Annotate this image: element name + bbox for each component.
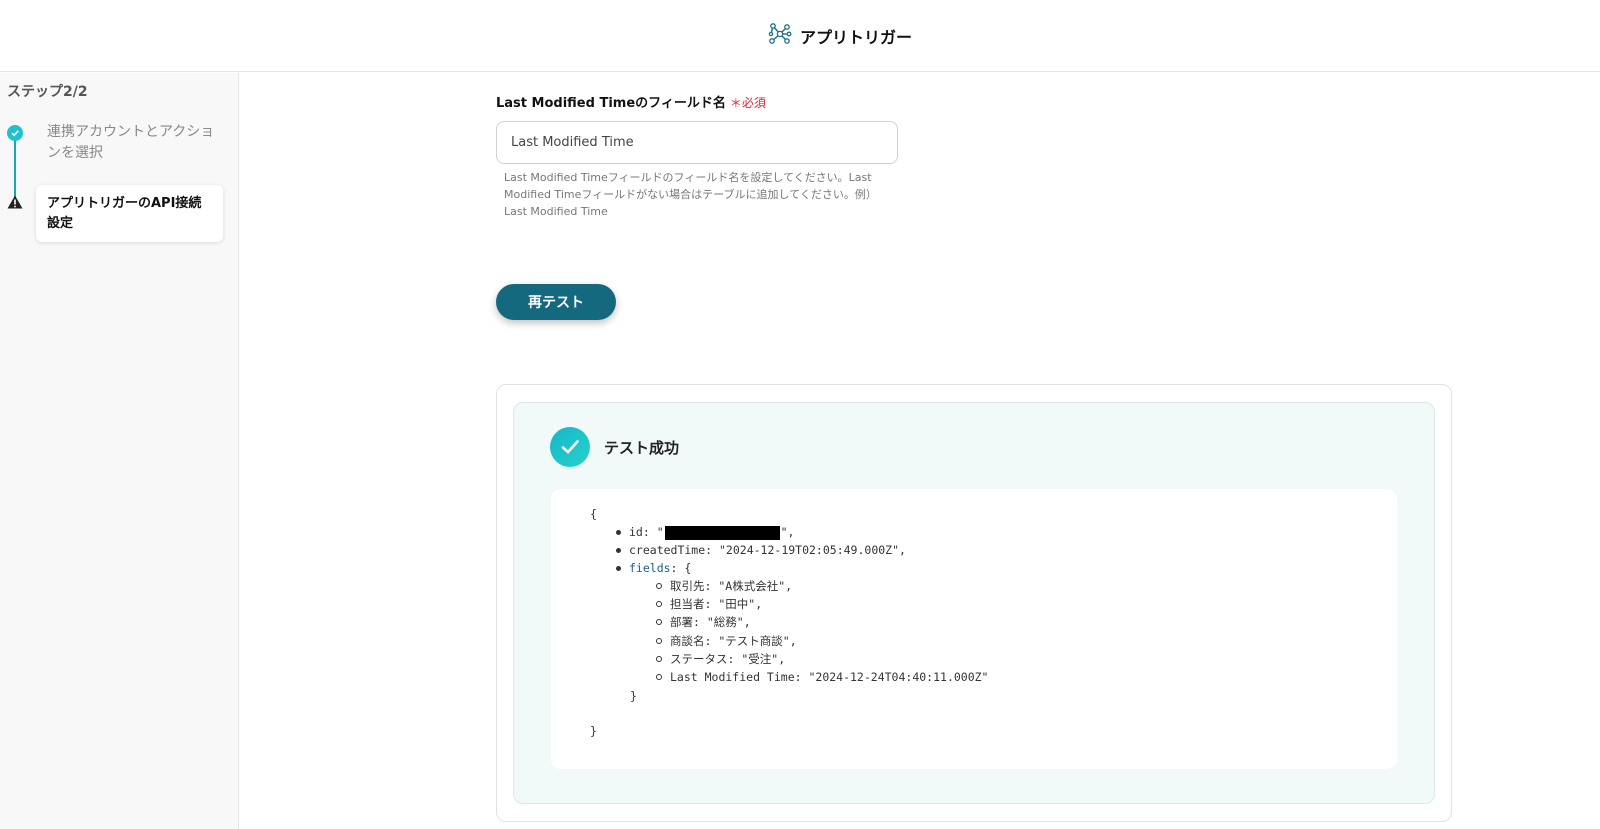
step-indicator: ステップ2/2: [7, 84, 88, 100]
list-circle: [656, 674, 662, 680]
list-circle: [656, 638, 662, 644]
json-field-item: Last Modified Time: "2024-12-24T04:40:11…: [670, 670, 989, 684]
json-field-item: ステータス: "受注",: [670, 652, 786, 666]
field-label-text: Last Modified Timeのフィールド名: [496, 96, 726, 111]
test-status-text: テスト成功: [604, 439, 680, 457]
list-bullet: [616, 548, 621, 553]
list-bullet: [616, 530, 621, 535]
list-circle: [656, 656, 662, 662]
json-fields-open: : {: [670, 561, 692, 575]
list-circle: [656, 583, 662, 589]
json-open-brace: {: [590, 507, 597, 521]
json-field-item: 取引先: "A株式会社",: [670, 579, 793, 593]
json-id-suffix: ",: [780, 525, 795, 539]
redacted-block: [664, 525, 780, 540]
app-header: アプリトリガー: [0, 0, 1600, 72]
step-item-api-settings[interactable]: アプリトリガーのAPI接続設定: [36, 185, 223, 242]
json-id-line: id: " ",: [629, 523, 794, 541]
field-label: Last Modified Timeのフィールド名 ＊必須: [496, 92, 766, 111]
json-fields-line: fields: {: [629, 559, 691, 577]
check-circle-icon: [7, 125, 23, 141]
warning-icon: [7, 194, 23, 213]
test-result-panel: テスト成功 { id: " ", createdTime: "2024-12-19…: [496, 384, 1452, 822]
json-field-item: 担当者: "田中",: [670, 597, 763, 611]
step-item-label: アプリトリガーのAPI接続設定: [47, 196, 202, 231]
required-mark: ＊: [729, 96, 742, 110]
required-badge: ＊必須: [730, 96, 766, 110]
json-created-time: createdTime: "2024-12-19T02:05:49.000Z",: [629, 543, 906, 557]
json-field-item: 部署: "総務",: [670, 615, 751, 629]
json-close-brace: }: [590, 724, 597, 738]
json-id-prefix: id: ": [629, 525, 664, 539]
retest-button[interactable]: 再テスト: [496, 284, 616, 320]
json-output: { id: " ", createdTime: "2024-12-19T02:05…: [551, 489, 1397, 769]
json-fields-key: fields: [629, 561, 671, 575]
json-fields-close: }: [630, 689, 637, 703]
list-circle: [656, 619, 662, 625]
step-connector-line: [14, 135, 16, 203]
field-help-text: Last Modified Timeフィールドのフィールド名を設定してください。…: [504, 171, 877, 218]
step-item-select-account[interactable]: 連携アカウントとアクションを選択: [47, 122, 217, 164]
json-field-item: 商談名: "テスト商談",: [670, 634, 797, 648]
test-result-inner: テスト成功 { id: " ", createdTime: "2024-12-19…: [513, 402, 1435, 804]
list-bullet: [616, 566, 621, 571]
list-circle: [656, 601, 662, 607]
required-label: 必須: [741, 96, 766, 110]
step-sidebar: ステップ2/2 連携アカウントとアクションを選択 アプリトリガーのAPI接続設定: [0, 73, 239, 829]
app-brand: アプリトリガー: [768, 22, 912, 50]
success-check-icon: [550, 427, 590, 467]
page-title: アプリトリガー: [800, 28, 913, 47]
field-name-input[interactable]: [496, 121, 898, 164]
network-nodes-icon: [768, 22, 792, 50]
